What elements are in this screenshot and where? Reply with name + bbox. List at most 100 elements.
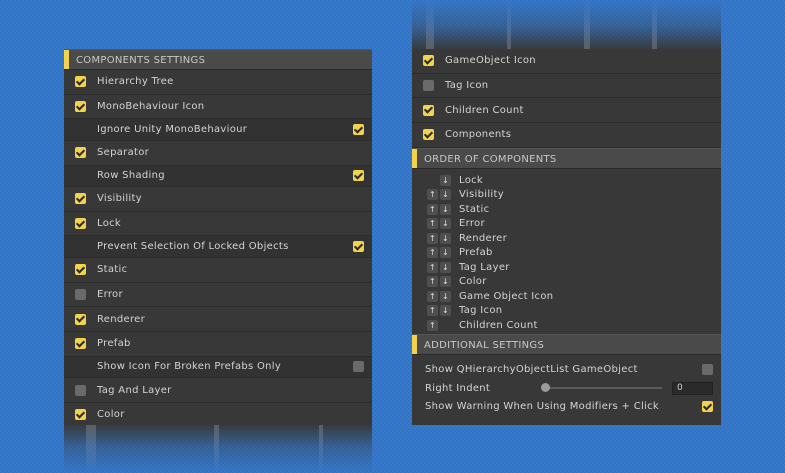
- order-item-label: Children Count: [459, 319, 538, 331]
- setting-row-gameobject-icon[interactable]: GameObject Icon: [412, 49, 721, 74]
- right-panel-top-fade: [412, 0, 721, 49]
- move-down-placeholder: [440, 320, 451, 331]
- setting-row-static[interactable]: Static: [64, 258, 372, 283]
- move-down-icon[interactable]: ↓: [440, 232, 451, 244]
- additional-settings-header: ADDITIONAL SETTINGS: [412, 334, 721, 356]
- lock-label: Lock: [97, 218, 122, 230]
- setting-row-tag-icon[interactable]: Tag Icon: [412, 74, 721, 99]
- color-checkbox[interactable]: [75, 409, 86, 421]
- additional-settings-list: Show QHierarchyObjectList GameObject Rig…: [412, 355, 721, 416]
- setting-row-components[interactable]: Components: [412, 123, 721, 148]
- move-down-icon[interactable]: ↓: [440, 189, 451, 200]
- order-of-components-list: ↓ Lock ↑ ↓ Visibility ↑ ↓ Static ↑ ↓ Error ↑ ↓ Render…: [412, 169, 721, 335]
- show-object-list-checkbox[interactable]: [702, 364, 713, 375]
- move-down-icon[interactable]: ↓: [440, 261, 451, 273]
- order-item-children-count: ↑ Children Count: [412, 318, 721, 333]
- static-checkbox[interactable]: [75, 264, 86, 276]
- tag-and-layer-checkbox[interactable]: [75, 384, 86, 396]
- order-item-label: Visibility: [459, 189, 504, 200]
- order-item-visibility: ↑ ↓ Visibility: [412, 187, 721, 202]
- renderer-checkbox[interactable]: [75, 313, 86, 325]
- move-down-icon[interactable]: ↓: [440, 218, 451, 229]
- order-item-label: Game Object Icon: [459, 290, 554, 302]
- tag-icon-label: Tag Icon: [445, 80, 489, 92]
- order-item-tag-layer: ↑ ↓ Tag Layer: [412, 260, 721, 275]
- lock-checkbox[interactable]: [75, 218, 86, 230]
- move-up-icon[interactable]: ↑: [427, 247, 438, 258]
- setting-row-lock[interactable]: Lock: [64, 212, 372, 237]
- right-indent-field[interactable]: 0: [672, 381, 713, 395]
- move-down-icon[interactable]: ↓: [440, 174, 451, 186]
- move-down-icon[interactable]: ↓: [440, 203, 451, 215]
- components-settings-header: COMPONENTS SETTINGS: [64, 49, 372, 70]
- gameobject-icon-checkbox[interactable]: [423, 55, 434, 67]
- move-down-icon[interactable]: ↓: [440, 247, 451, 258]
- ignore-unity-monobehaviour-label: Ignore Unity MonoBehaviour: [97, 124, 248, 136]
- row-shading-label: Row Shading: [97, 170, 165, 182]
- separator-label: Separator: [97, 147, 150, 159]
- setting-row-tag-and-layer[interactable]: Tag And Layer: [64, 378, 372, 403]
- visibility-label: Visibility: [97, 193, 142, 205]
- monobehaviour-icon-checkbox[interactable]: [75, 101, 86, 113]
- setting-row-ignore-unity-monobehaviour[interactable]: Ignore Unity MonoBehaviour: [64, 119, 372, 141]
- prevent-selection-of-locked-objects-checkbox[interactable]: [353, 241, 364, 253]
- move-up-icon[interactable]: ↑: [427, 276, 438, 287]
- monobehaviour-icon-label: MonoBehaviour Icon: [97, 101, 205, 113]
- setting-row-show-icon-for-broken-prefabs-only[interactable]: Show Icon For Broken Prefabs Only: [64, 356, 372, 379]
- move-up-icon[interactable]: ↑: [427, 203, 438, 215]
- show-icon-for-broken-prefabs-only-label: Show Icon For Broken Prefabs Only: [97, 361, 282, 373]
- move-up-icon[interactable]: ↑: [427, 305, 438, 316]
- order-item-label: Prefab: [459, 247, 493, 258]
- move-up-icon[interactable]: ↑: [427, 290, 438, 302]
- children-count-checkbox[interactable]: [423, 104, 434, 116]
- move-up-icon[interactable]: ↑: [427, 232, 438, 244]
- prefab-checkbox[interactable]: [75, 338, 86, 350]
- setting-row-monobehaviour-icon[interactable]: MonoBehaviour Icon: [64, 95, 372, 120]
- order-item-renderer: ↑ ↓ Renderer: [412, 231, 721, 246]
- renderer-label: Renderer: [97, 313, 146, 325]
- move-down-icon[interactable]: ↓: [440, 290, 451, 302]
- setting-row-error[interactable]: Error: [64, 283, 372, 308]
- setting-row-children-count[interactable]: Children Count: [412, 98, 721, 124]
- components-settings-panel: COMPONENTS SETTINGS Hierarchy Tree MonoBe…: [64, 49, 372, 425]
- modifier-warning-checkbox[interactable]: [702, 401, 713, 412]
- order-item-label: Renderer: [459, 232, 508, 244]
- order-item-label: Color: [459, 276, 487, 287]
- move-up-icon[interactable]: ↑: [427, 319, 438, 331]
- right-indent-slider[interactable]: [541, 383, 662, 392]
- move-up-icon[interactable]: ↑: [427, 189, 438, 200]
- show-icon-for-broken-prefabs-only-checkbox[interactable]: [353, 361, 364, 373]
- tag-icon-checkbox[interactable]: [423, 80, 434, 92]
- order-item-static: ↑ ↓ Static: [412, 202, 721, 217]
- components-checkbox[interactable]: [423, 129, 434, 141]
- component-toggle-list: GameObject Icon Tag Icon Children Count Com…: [412, 49, 721, 148]
- right-indent-slider-thumb[interactable]: [541, 383, 550, 392]
- row-shading-checkbox[interactable]: [353, 170, 364, 182]
- error-label: Error: [97, 288, 123, 300]
- setting-row-row-shading[interactable]: Row Shading: [64, 165, 372, 188]
- right-indent-slider-track[interactable]: [541, 383, 662, 392]
- show-object-list-label: Show QHierarchyObjectList GameObject: [425, 364, 638, 375]
- move-down-icon[interactable]: ↓: [440, 276, 451, 287]
- separator-checkbox[interactable]: [75, 147, 86, 159]
- setting-row-separator[interactable]: Separator: [64, 141, 372, 166]
- setting-row-visibility[interactable]: Visibility: [64, 187, 372, 212]
- gameobject-icon-label: GameObject Icon: [445, 55, 536, 67]
- setting-row-prevent-selection-of-locked-objects[interactable]: Prevent Selection Of Locked Objects: [64, 236, 372, 258]
- move-down-icon[interactable]: ↓: [440, 305, 451, 316]
- hierarchy-tree-checkbox[interactable]: [75, 76, 86, 88]
- order-item-lock: ↓ Lock: [412, 173, 721, 188]
- show-object-list-row[interactable]: Show QHierarchyObjectList GameObject: [412, 360, 721, 379]
- setting-row-renderer[interactable]: Renderer: [64, 307, 372, 332]
- setting-row-hierarchy-tree[interactable]: Hierarchy Tree: [64, 70, 372, 95]
- error-checkbox[interactable]: [75, 288, 86, 300]
- ignore-unity-monobehaviour-checkbox[interactable]: [353, 124, 364, 136]
- modifier-warning-row[interactable]: Show Warning When Using Modifiers + Clic…: [412, 397, 721, 416]
- setting-row-prefab[interactable]: Prefab: [64, 332, 372, 357]
- visibility-checkbox[interactable]: [75, 193, 86, 205]
- move-up-icon[interactable]: ↑: [427, 261, 438, 273]
- setting-row-color[interactable]: Color: [64, 403, 372, 425]
- components-settings-list: Hierarchy Tree MonoBehaviour Icon Ignore U…: [64, 70, 372, 425]
- right-indent-row: Right Indent 0: [412, 379, 721, 398]
- move-up-icon[interactable]: ↑: [427, 218, 438, 229]
